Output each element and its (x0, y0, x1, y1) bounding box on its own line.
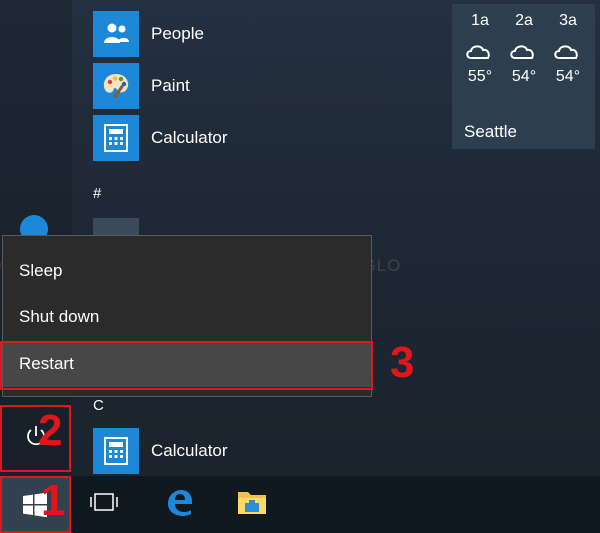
weather-time: 1a (471, 12, 489, 29)
file-explorer-icon (236, 488, 268, 521)
people-icon (93, 11, 139, 57)
file-explorer-button[interactable] (224, 476, 280, 533)
edge-icon (164, 487, 194, 522)
app-paint[interactable]: Paint (93, 63, 190, 109)
weather-live-tile[interactable]: 1a 55° 2a 54° 3a 54° Seattle (452, 4, 595, 149)
partly-cloudy-night-icon (504, 32, 544, 64)
section-header-hash[interactable]: # (93, 185, 101, 202)
app-label-paint: Paint (151, 76, 190, 95)
app-people[interactable]: People (93, 11, 204, 57)
app-calculator-c[interactable]: Calculator (93, 428, 228, 474)
app-label-calculator: Calculator (151, 441, 228, 460)
weather-time: 3a (559, 12, 577, 29)
task-view-icon (89, 491, 119, 518)
weather-time: 2a (515, 12, 533, 29)
paint-palette-icon (93, 63, 139, 109)
weather-temp: 54° (555, 68, 581, 85)
weather-temp: 54° (511, 68, 537, 85)
callout-number-1: 1 (41, 476, 66, 525)
callout-number-2: 2 (38, 406, 63, 455)
weather-temp: 55° (467, 68, 493, 85)
menu-item-sleep[interactable]: Sleep (3, 248, 371, 294)
calculator-icon (93, 428, 139, 474)
weather-hour-2: 2a 54° (504, 12, 544, 86)
app-calculator[interactable]: Calculator (93, 115, 228, 161)
section-header-c[interactable]: C (93, 397, 104, 414)
calculator-icon (93, 115, 139, 161)
menu-item-shut-down[interactable]: Shut down (3, 294, 371, 340)
highlight-restart (0, 341, 373, 390)
callout-number-3: 3 (390, 338, 415, 387)
weather-city: Seattle (464, 122, 517, 141)
app-label-calculator: Calculator (151, 128, 228, 147)
task-view-button[interactable] (76, 476, 132, 533)
partly-cloudy-night-icon (548, 32, 588, 64)
app-label-people: People (151, 24, 204, 43)
edge-button[interactable] (151, 476, 207, 533)
weather-hour-1: 1a 55° (460, 12, 500, 86)
weather-hour-3: 3a 54° (548, 12, 588, 86)
partly-cloudy-night-icon (460, 32, 500, 64)
